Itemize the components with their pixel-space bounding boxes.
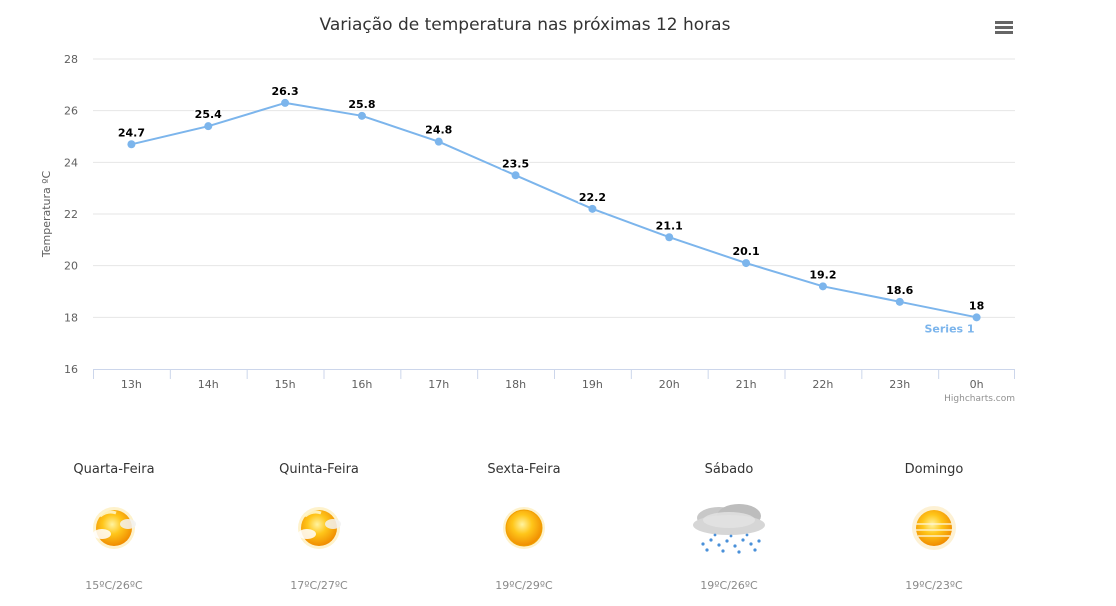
x-tick-label: 16h — [351, 378, 372, 391]
x-tick-label: 13h — [121, 378, 142, 391]
chart-menu-button[interactable] — [991, 16, 1017, 38]
x-tick-label: 19h — [582, 378, 603, 391]
data-label: 18.6 — [886, 284, 913, 297]
data-point[interactable] — [895, 297, 904, 306]
series-name-label: Series 1 — [925, 322, 975, 335]
forecast-day: Sábado 19ºC/26ºC — [654, 440, 804, 606]
x-tick-label: 0h — [970, 378, 984, 391]
forecast-temperature-range: 19ºC/23ºC — [905, 579, 963, 592]
data-point[interactable] — [511, 171, 520, 180]
y-tick-label: 28 — [64, 53, 78, 66]
forecast-day: Quinta-Feira 17ºC/27ºC — [244, 440, 394, 606]
data-label: 26.3 — [272, 85, 299, 98]
data-label: 25.4 — [195, 108, 222, 121]
forecast-day-name: Sábado — [704, 462, 754, 477]
series-1 — [127, 98, 981, 322]
data-point[interactable] — [588, 204, 597, 213]
forecast-day: Quarta-Feira 15ºC/26ºC — [39, 440, 189, 606]
data-label: 20.1 — [733, 245, 760, 258]
axes: 16 18 20 22 24 26 28 13h 14h 15h 16h 17h 18h 19h 20h 21… — [64, 53, 1015, 391]
data-label: 21.1 — [656, 219, 683, 232]
x-tick-label: 18h — [505, 378, 526, 391]
forecast-day: Domingo 19ºC/23ºC — [859, 440, 1009, 606]
forecast-temperature-range: 19ºC/29ºC — [495, 579, 553, 592]
data-point[interactable] — [818, 282, 827, 291]
temperature-chart: 16 18 20 22 24 26 28 13h 14h 15h 16h 17h 18h 19h 20h 21… — [0, 0, 1116, 420]
grid-lines — [93, 58, 1015, 318]
y-tick-label: 26 — [64, 105, 78, 118]
forecast-day: Sexta-Feira 19ºC/29ºC — [449, 440, 599, 606]
sun-icon — [484, 498, 564, 558]
hamburger-menu-icon — [995, 21, 1013, 34]
forecast-day-name: Quinta-Feira — [279, 462, 359, 477]
x-tick-label: 15h — [275, 378, 296, 391]
forecast-temperature-range: 19ºC/26ºC — [700, 579, 758, 592]
data-label: 25.8 — [348, 98, 375, 111]
rain-cloud-icon — [689, 498, 769, 558]
data-label: 23.5 — [502, 157, 529, 170]
data-label: 18 — [969, 299, 984, 312]
data-point[interactable] — [972, 313, 981, 322]
series-line — [131, 101, 977, 319]
daily-forecast: Quarta-Feira 15ºC/26ºC Quinta-Feira 17ºC/27… — [0, 440, 1116, 606]
data-point[interactable] — [204, 122, 213, 131]
sun-partly-cloudy-icon — [74, 498, 154, 558]
x-tick-label: 22h — [812, 378, 833, 391]
data-point[interactable] — [434, 137, 443, 146]
x-tick-label: 23h — [889, 378, 910, 391]
x-tick-label: 21h — [736, 378, 757, 391]
sun-hazy-icon — [894, 498, 974, 558]
forecast-day-name: Domingo — [904, 462, 964, 477]
credits-link[interactable]: Highcharts.com — [944, 394, 1015, 404]
y-tick-label: 22 — [64, 208, 78, 221]
x-tick-label: 20h — [659, 378, 680, 391]
forecast-day-name: Sexta-Feira — [487, 462, 561, 477]
y-tick-label: 24 — [64, 156, 78, 169]
x-tick-label: 17h — [428, 378, 449, 391]
data-point[interactable] — [665, 233, 674, 242]
x-tick-label: 14h — [198, 378, 219, 391]
forecast-day-name: Quarta-Feira — [73, 462, 155, 477]
data-label: 24.8 — [425, 124, 452, 137]
y-axis-title: Temperatura ºC — [40, 171, 53, 259]
data-point[interactable] — [357, 111, 366, 120]
data-point[interactable] — [127, 140, 136, 149]
forecast-temperature-range: 17ºC/27ºC — [290, 579, 348, 592]
data-point[interactable] — [281, 98, 290, 107]
data-point[interactable] — [742, 259, 751, 268]
data-label: 24.7 — [118, 126, 145, 139]
data-label: 22.2 — [579, 191, 606, 204]
chart-svg: 16 18 20 22 24 26 28 13h 14h 15h 16h 17h 18h 19h 20h 21… — [40, 15, 1017, 404]
y-tick-label: 18 — [64, 311, 78, 324]
sun-partly-cloudy-icon — [279, 498, 359, 558]
chart-title: Variação de temperatura nas próximas 12 … — [320, 15, 731, 35]
y-tick-label: 16 — [64, 363, 78, 376]
data-labels: 24.7 25.4 26.3 25.8 24.8 23.5 22.2 21.1 20.1 19.2… — [116, 83, 985, 335]
y-tick-label: 20 — [64, 260, 78, 273]
data-label: 19.2 — [809, 268, 836, 281]
forecast-temperature-range: 15ºC/26ºC — [85, 579, 143, 592]
